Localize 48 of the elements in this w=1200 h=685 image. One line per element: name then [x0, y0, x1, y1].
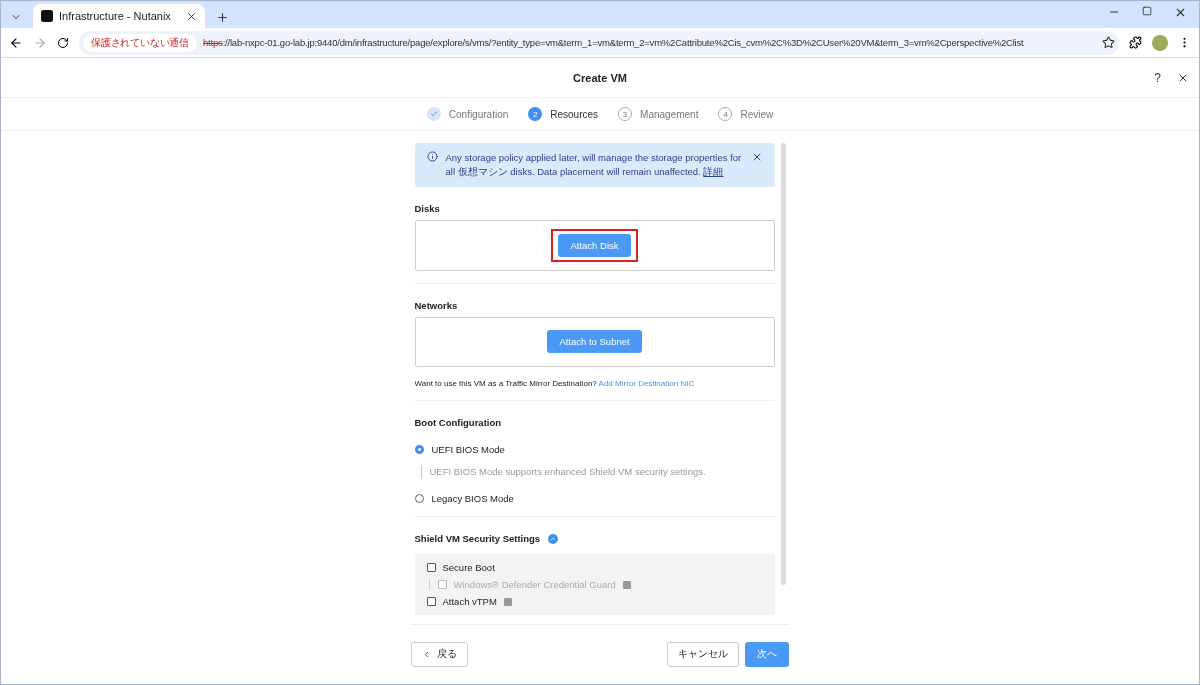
help-icon[interactable]	[503, 597, 512, 606]
radio-hint: UEFI BIOS Mode supports enhanced Shield VM security settings.	[420, 465, 775, 480]
url-text: https://lab-nxpc-01.go-lab.jp:9440/dm/infrastructure/page/explore/s/vms/?entity_type=vm&term_1=vm&term_2=vm%2Cattribute%2Cis_cvm%2C%3D%2CUser%20VM&term_3=vm%2Cperspective%2Clist	[203, 37, 1024, 48]
checkbox[interactable]	[426, 563, 436, 572]
bookmark-star-icon[interactable]	[1102, 36, 1115, 49]
section-heading: Shield VM Security Settings	[414, 533, 541, 544]
step-number[interactable]: 3	[618, 107, 633, 121]
section-heading: Networks	[414, 299, 459, 311]
notice-text: Any storage policy applied later, will manage the storage properties for all 仮想マシン disks. Data placement will remain unaffected. 詳細	[445, 151, 743, 179]
extensions-icon[interactable]	[1129, 36, 1142, 49]
cancel-button[interactable]: キャンセル	[667, 642, 739, 667]
add-mirror-link[interactable]: Add Mirror Destination NIC	[598, 379, 695, 389]
maximize-icon[interactable]	[1142, 5, 1152, 16]
chevron-left-icon	[422, 650, 431, 659]
step-check-icon[interactable]	[426, 107, 441, 121]
browser-tab[interactable]: Infrastructure - Nutanix	[33, 4, 205, 28]
close-icon[interactable]	[186, 10, 197, 22]
checkbox[interactable]	[426, 597, 436, 606]
check-icon	[429, 110, 438, 118]
collapse-toggle-icon[interactable]	[548, 533, 559, 544]
radio-label[interactable]: UEFI BIOS Mode	[431, 444, 505, 456]
scrollbar[interactable]	[780, 143, 786, 585]
profile-avatar[interactable]	[1152, 34, 1168, 51]
dialog-title: Create VM	[573, 71, 627, 84]
plus-icon	[215, 10, 229, 24]
step-number[interactable]: 2	[528, 107, 543, 121]
step-label[interactable]: Configuration	[448, 108, 509, 120]
radio-button[interactable]	[414, 445, 424, 455]
step-label[interactable]: Management	[640, 108, 699, 120]
details-link[interactable]: 詳細	[703, 166, 724, 177]
section-heading: Disks	[414, 203, 441, 214]
step-label[interactable]: Resources	[550, 108, 599, 120]
back-icon[interactable]	[9, 35, 23, 50]
help-button[interactable]: ?	[1154, 70, 1161, 85]
address-bar[interactable]: 保護されていない通信 https://lab-nxpc-01.go-lab.jp:9440/dm/infrastructure/page/explore/s/vms/?entity_type=vm&term_1=vm&term_2=vm%2Cattribute%2Cis_cvm%2C%3D%2CUser%20VM&term_3=vm%2Cperspective%2Clist	[79, 30, 1119, 55]
tab-title: Infrastructure - Nutanix	[59, 10, 171, 22]
reload-icon[interactable]	[57, 36, 69, 49]
section-heading: Boot Configuration	[414, 417, 503, 429]
security-chip[interactable]: 保護されていない通信	[83, 33, 197, 52]
info-icon	[426, 151, 438, 162]
step-label[interactable]: Review	[740, 108, 774, 120]
mirror-question: Want to use this VM as a Traffic Mirror Destination?	[414, 379, 597, 389]
back-button[interactable]: 戻る	[411, 642, 468, 667]
checkbox-label[interactable]: Secure Boot	[442, 562, 495, 573]
forward-icon[interactable]	[33, 35, 47, 50]
step-number[interactable]: 4	[718, 107, 733, 121]
checkbox-label[interactable]: Attach vTPM	[442, 596, 497, 607]
radio-label[interactable]: Legacy BIOS Mode	[431, 493, 514, 505]
